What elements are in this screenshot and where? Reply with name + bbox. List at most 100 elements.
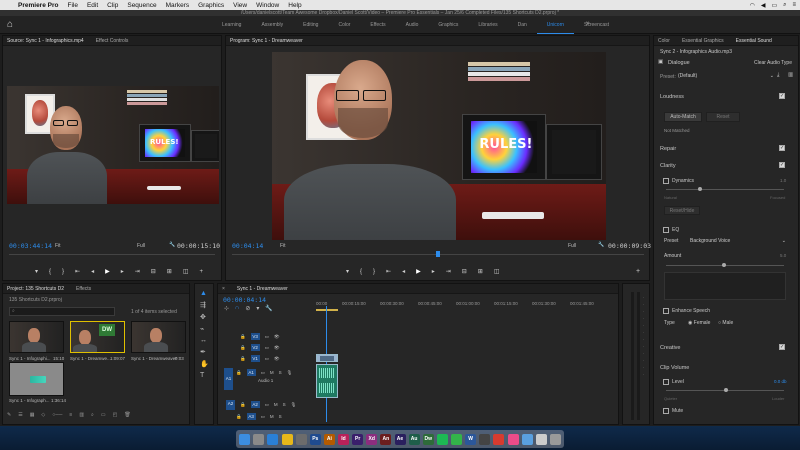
sync-icon[interactable]: ▭ [261, 370, 265, 376]
menu-file[interactable]: File [67, 2, 77, 9]
track-v3[interactable]: V3 [250, 333, 260, 340]
mic-icon[interactable]: 🎙 [287, 370, 293, 376]
dynamics-reset-button[interactable]: Reset/Hide [664, 206, 700, 215]
wrench-icon[interactable]: 🔧 [169, 242, 175, 248]
slip-tool-icon[interactable]: ↔ [200, 337, 209, 344]
freeform-view-icon[interactable]: ◇ [41, 412, 45, 418]
ws-unicorn[interactable]: Unicorn [536, 16, 575, 34]
sync-icon[interactable]: ▭ [265, 345, 269, 351]
tab-essential-sound[interactable]: Essential Sound [736, 38, 772, 44]
export-frame-icon-program[interactable]: ◫ [494, 268, 500, 275]
tab-source[interactable]: Source: Sync 1 - Infographics.mp4 [7, 38, 84, 44]
clear-audio-type-button[interactable]: Clear Audio Type [754, 60, 792, 66]
volume-icon[interactable]: ◀ [761, 2, 766, 9]
dock-photos-icon[interactable] [535, 433, 547, 445]
playhead-marker[interactable] [436, 251, 440, 257]
extract-icon[interactable]: ⊞ [478, 268, 483, 275]
marker-icon[interactable]: ▾ [35, 268, 38, 275]
ws-learning[interactable]: Learning [212, 16, 251, 34]
ws-audio[interactable]: Audio [396, 16, 429, 34]
mark-in-icon[interactable]: { [49, 269, 51, 275]
add-marker-icon[interactable]: ▾ [256, 305, 259, 312]
overwrite-icon[interactable]: ⊞ [167, 268, 172, 275]
source-fit-select[interactable]: Fit [55, 243, 61, 249]
dock-dw-icon[interactable]: Dw [422, 433, 434, 445]
list-view-icon[interactable]: ☰ [18, 412, 22, 418]
repair-checkbox[interactable]: ✓ [779, 145, 785, 151]
ws-graphics[interactable]: Graphics [428, 16, 468, 34]
eq-checkbox[interactable] [663, 227, 669, 233]
tab-color[interactable]: Color [658, 38, 670, 44]
dock-music-icon[interactable] [507, 433, 519, 445]
dock-au-icon[interactable]: Au [408, 433, 420, 445]
source-quality-select[interactable]: Full [137, 243, 145, 249]
clip-volume-header[interactable]: Clip Volume [660, 365, 689, 371]
linked-selection-icon[interactable]: ⊘ [245, 305, 250, 312]
creative-checkbox[interactable]: ✓ [779, 344, 785, 350]
preset-dropdown[interactable]: (Default) ⌄ [678, 73, 774, 80]
program-quality-select[interactable]: Full [568, 243, 576, 249]
battery-icon[interactable]: ▭ [771, 2, 777, 9]
track-a3[interactable]: A3 [246, 413, 256, 420]
program-timecode[interactable]: 00:04:14 [232, 242, 263, 250]
automate-icon[interactable]: ▥ [79, 412, 84, 418]
repair-header[interactable]: Repair [660, 146, 676, 152]
lock-icon[interactable]: 🔒 [240, 356, 246, 362]
ws-dan[interactable]: Dan [508, 16, 537, 34]
menu-markers[interactable]: Markers [166, 2, 189, 9]
ws-editing[interactable]: Editing [293, 16, 328, 34]
dock-ps-icon[interactable]: Ps [309, 433, 321, 445]
timeline-timecode[interactable]: 00:00:04:14 [223, 296, 266, 304]
dock-finder-icon[interactable] [239, 433, 251, 445]
zoom-slider-icon[interactable]: ○── [52, 412, 62, 418]
icon-view-icon[interactable]: ▦ [30, 412, 35, 418]
workspace-more-icon[interactable]: » [586, 20, 590, 27]
tab-effects[interactable]: Effects [76, 286, 91, 292]
trash-icon[interactable]: 🗑 [124, 412, 130, 418]
solo-s[interactable]: S [279, 370, 282, 375]
play-icon[interactable]: ▶ [105, 268, 110, 275]
close-tab-icon[interactable]: × [222, 286, 225, 292]
clarity-header[interactable]: Clarity [660, 163, 676, 169]
mark-out-icon-program[interactable]: } [373, 269, 375, 275]
dock-messages-icon[interactable] [451, 433, 462, 445]
project-search-input[interactable]: ⌕ [9, 307, 115, 316]
menu-sequence[interactable]: Sequence [127, 2, 156, 9]
menu-window[interactable]: Window [256, 2, 279, 9]
mute-checkbox[interactable] [663, 408, 669, 414]
search-icon[interactable]: ⌕ [783, 2, 786, 9]
home-icon[interactable]: ⌂ [7, 19, 13, 30]
reset-button[interactable]: Reset [706, 112, 740, 122]
selection-tool-icon[interactable]: ▲ [200, 290, 209, 297]
female-radio[interactable]: ◉ Female [688, 320, 710, 326]
go-to-out-icon[interactable]: ⇥ [135, 268, 140, 275]
male-radio[interactable]: ○ Male [718, 320, 733, 326]
source-scrubber[interactable] [9, 254, 215, 255]
source-patch-a1[interactable]: A1 [224, 368, 233, 390]
tab-program[interactable]: Program: Sync 1 - Dreamweaver [230, 38, 303, 44]
tab-essential-graphics[interactable]: Essential Graphics [682, 38, 724, 44]
add-button-icon[interactable]: + [200, 269, 204, 275]
wifi-icon[interactable]: ◠ [750, 2, 755, 9]
mute-m[interactable]: M [274, 402, 278, 407]
project-item[interactable] [9, 321, 64, 353]
dock-safari-icon[interactable] [267, 433, 279, 445]
auto-match-button[interactable]: Auto-Match [664, 112, 702, 122]
insert-icon[interactable]: ⊟ [151, 268, 156, 275]
loudness-checkbox[interactable]: ✓ [779, 93, 785, 99]
sync-icon[interactable]: ▭ [265, 356, 269, 362]
source-timecode[interactable]: 00:03:44:14 [9, 242, 52, 250]
lock-icon[interactable]: 🔒 [236, 414, 242, 420]
mark-out-icon[interactable]: } [62, 269, 64, 275]
source-patch-a2[interactable]: A2 [226, 399, 235, 410]
ws-libraries[interactable]: Libraries [468, 16, 507, 34]
dock-record-icon[interactable] [493, 433, 505, 445]
lock-icon[interactable]: 🔒 [240, 345, 246, 351]
track-v1[interactable]: V1 [250, 355, 260, 362]
dock-an-icon[interactable]: An [380, 433, 392, 445]
dock-chrome-icon[interactable] [281, 433, 293, 445]
dynamics-slider[interactable] [666, 189, 784, 190]
lift-icon[interactable]: ⊟ [462, 268, 467, 275]
pen-tool-icon[interactable]: ✒ [200, 348, 209, 356]
add-button-icon-program[interactable]: + [636, 268, 640, 275]
